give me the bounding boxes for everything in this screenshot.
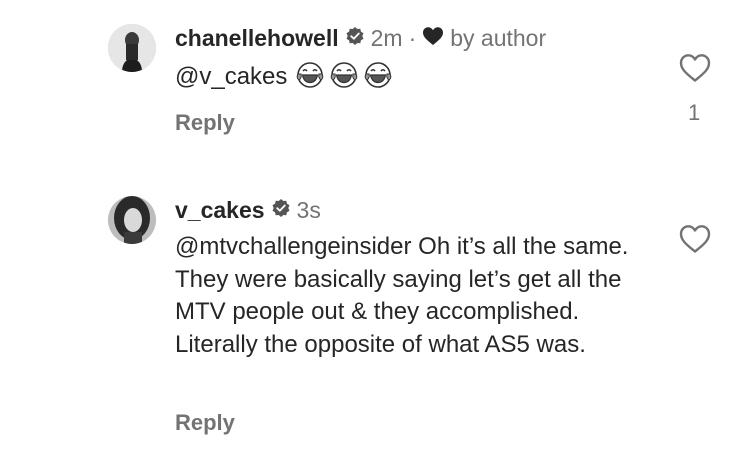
laughing-crying-emoji: [365, 62, 392, 88]
emoji-group: [295, 60, 393, 90]
avatar-image: [108, 196, 156, 244]
comment-time: 2m: [370, 25, 403, 51]
mention-link[interactable]: @v_cakes: [175, 63, 287, 90]
avatar[interactable]: [108, 24, 156, 72]
like-heart-icon[interactable]: [679, 53, 711, 88]
comment-header: chanellehowell 2m · by author: [175, 24, 546, 52]
username[interactable]: v_cakes: [175, 196, 265, 224]
comment-time: 3s: [296, 197, 321, 223]
comment-text: @mtvchallengeinsider Oh it’s all the sam…: [175, 231, 645, 361]
verified-badge-icon: [345, 24, 365, 52]
comment-header: v_cakes 3s: [175, 196, 321, 224]
avatar[interactable]: [108, 196, 156, 244]
reply-button[interactable]: Reply: [175, 410, 235, 436]
separator-dot: ·: [408, 25, 417, 51]
mention-link[interactable]: @mtvchallengeinsider: [175, 233, 411, 260]
laughing-crying-emoji: [297, 62, 324, 88]
like-count: 1: [688, 100, 701, 125]
laughing-crying-emoji: [331, 62, 358, 88]
heart-filled-icon: [422, 24, 444, 52]
reply-button[interactable]: Reply: [175, 110, 235, 136]
avatar-image: [108, 24, 156, 72]
comment-text: @v_cakes: [175, 60, 645, 94]
username[interactable]: chanellehowell: [175, 24, 339, 52]
like-heart-icon[interactable]: [679, 224, 711, 259]
verified-badge-icon: [271, 196, 291, 224]
liked-by-author-label: by author: [450, 25, 547, 51]
